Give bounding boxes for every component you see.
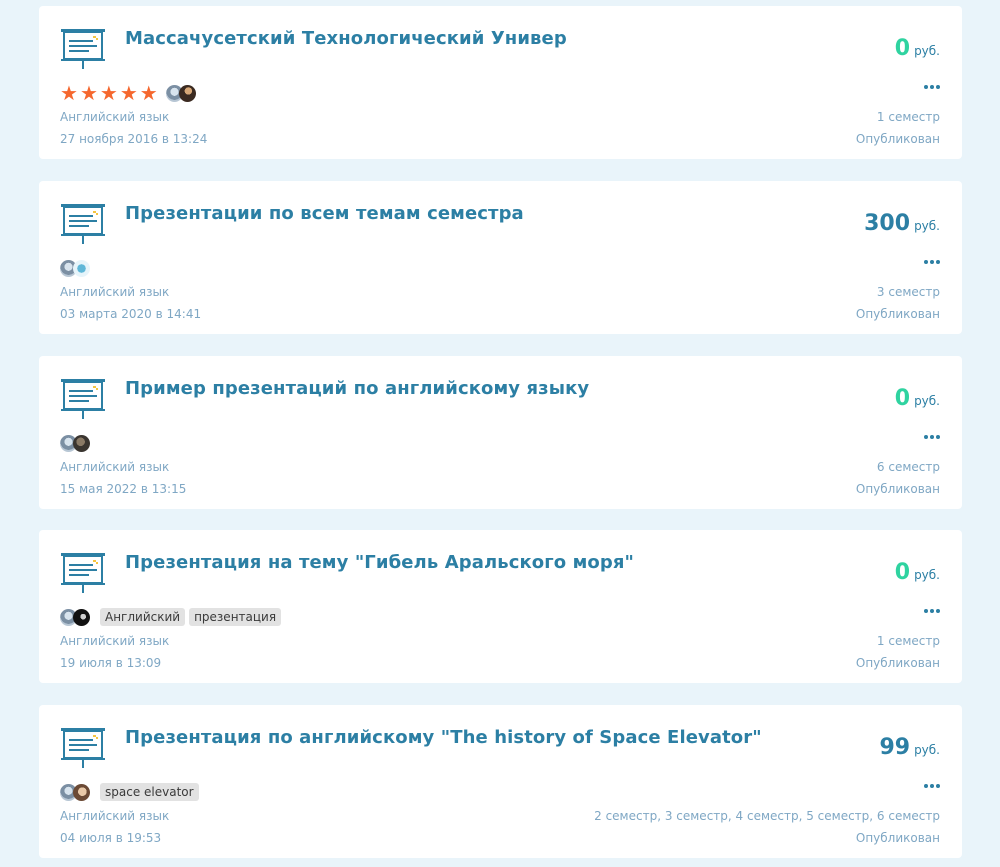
rating-stars: ★ ★ ★ ★ ★ <box>60 83 160 103</box>
face-avatar[interactable] <box>73 783 90 801</box>
dot <box>930 435 934 439</box>
dark-avatar[interactable] <box>73 434 90 452</box>
date: 19 июля в 13:09 <box>60 656 162 670</box>
status: Опубликован <box>855 482 940 496</box>
price-currency: руб. <box>914 743 940 757</box>
date: 27 ноября 2016 в 13:24 <box>60 132 208 146</box>
price-currency: руб. <box>914 44 940 58</box>
date: 03 марта 2020 в 14:41 <box>60 307 202 321</box>
work-card[interactable]: Пример презентаций по английскому языку … <box>39 356 962 509</box>
price-value: 99 <box>879 735 911 760</box>
dot <box>936 85 940 89</box>
price-value: 0 <box>894 386 911 411</box>
dot <box>924 260 928 264</box>
author-avatars[interactable] <box>60 608 90 626</box>
work-card[interactable]: Презентация по английскому "The history … <box>39 705 962 858</box>
more-options-button[interactable] <box>922 260 940 264</box>
subject: Английский язык <box>60 809 170 823</box>
dot <box>924 609 928 613</box>
semester: 6 семестр <box>876 460 940 474</box>
dot <box>930 609 934 613</box>
dot <box>924 435 928 439</box>
presentation-board-icon <box>61 379 105 419</box>
presentation-board-icon <box>61 29 105 69</box>
star-icon: ★ <box>99 81 118 105</box>
author-avatars[interactable] <box>60 259 90 277</box>
more-options-button[interactable] <box>922 609 940 613</box>
price: 0 руб. <box>895 560 940 585</box>
dot <box>936 435 940 439</box>
price: 0 руб. <box>895 36 940 61</box>
date: 04 июля в 19:53 <box>60 831 162 845</box>
figure-avatar[interactable] <box>73 259 90 277</box>
meta-row: space elevator <box>60 781 199 803</box>
work-card[interactable]: Презентации по всем темам семестра 300 ру… <box>39 181 962 334</box>
presentation-board-icon <box>61 728 105 768</box>
price-value: 0 <box>894 36 911 61</box>
dot <box>930 260 934 264</box>
work-list: Массачусетский Технологический Универ 0р… <box>0 0 1000 867</box>
card-title-link[interactable]: Презентация по английскому "The history … <box>125 727 762 748</box>
presentation-board-icon <box>61 204 105 244</box>
star-icon: ★ <box>60 81 78 105</box>
status: Опубликован <box>855 656 940 670</box>
price-value: 300 <box>864 211 911 236</box>
price-currency: руб. <box>914 219 940 233</box>
star-icon: ★ <box>139 81 158 105</box>
work-card[interactable]: Массачусетский Технологический Универ 0р… <box>39 6 962 159</box>
dot <box>930 85 934 89</box>
semester: 1 семестр <box>876 110 940 124</box>
semester: 3 семестр <box>876 285 940 299</box>
price: 99 руб. <box>879 735 940 760</box>
card-title-link[interactable]: Презентации по всем темам семестра <box>125 203 524 224</box>
more-options-button[interactable] <box>922 784 940 788</box>
dot <box>936 260 940 264</box>
card-title-link[interactable]: Пример презентаций по английскому языку <box>125 378 589 399</box>
price-currency: руб. <box>914 568 940 582</box>
meta-row <box>60 432 96 454</box>
more-options-button[interactable] <box>922 85 940 89</box>
presentation-board-icon <box>61 553 105 593</box>
subject: Английский язык <box>60 110 170 124</box>
meta-row: ★ ★ ★ ★ ★ <box>60 82 202 104</box>
meta-row <box>60 257 96 279</box>
portrait-avatar[interactable] <box>178 84 196 102</box>
tag[interactable]: space elevator <box>100 783 199 801</box>
dot <box>930 784 934 788</box>
tag[interactable]: презентация <box>189 608 282 626</box>
meta-row: Английский презентация <box>60 606 282 628</box>
price: 0 руб. <box>895 386 940 411</box>
dot <box>924 85 928 89</box>
star-icon: ★ <box>119 81 138 105</box>
card-title-link[interactable]: Массачусетский Технологический Универ <box>125 28 567 49</box>
status: Опубликован <box>855 307 940 321</box>
price: 300 руб. <box>864 211 940 236</box>
subject: Английский язык <box>60 460 170 474</box>
subject: Английский язык <box>60 634 170 648</box>
semester: 2 семестр, 3 семестр, 4 семестр, 5 семес… <box>594 809 940 823</box>
dot <box>936 609 940 613</box>
price-value: 0 <box>894 560 911 585</box>
dot <box>936 784 940 788</box>
subject: Английский язык <box>60 285 170 299</box>
black-avatar[interactable] <box>73 608 90 626</box>
card-title-link[interactable]: Презентация на тему "Гибель Аральского м… <box>125 552 634 573</box>
more-options-button[interactable] <box>922 435 940 439</box>
tag[interactable]: Английский <box>100 608 186 626</box>
author-avatars[interactable] <box>165 84 196 102</box>
date: 15 мая 2022 в 13:15 <box>60 482 187 496</box>
dot <box>924 784 928 788</box>
star-icon: ★ <box>79 81 98 105</box>
status: Опубликован <box>855 132 940 146</box>
price-currency: руб. <box>914 394 940 408</box>
author-avatars[interactable] <box>60 434 90 452</box>
semester: 1 семестр <box>876 634 940 648</box>
status: Опубликован <box>855 831 940 845</box>
author-avatars[interactable] <box>60 783 90 801</box>
work-card[interactable]: Презентация на тему "Гибель Аральского м… <box>39 530 962 683</box>
